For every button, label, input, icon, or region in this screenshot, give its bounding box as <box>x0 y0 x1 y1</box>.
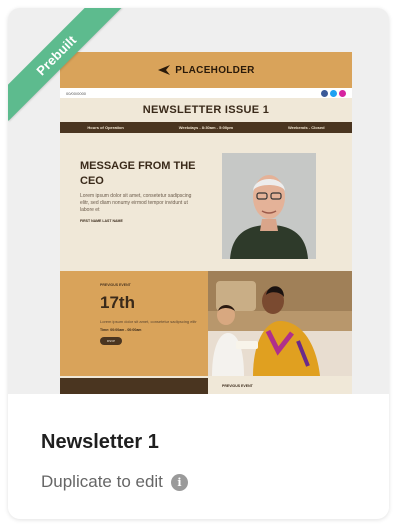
duplicate-to-edit-text: Duplicate to edit <box>41 472 163 491</box>
template-card[interactable]: Prebuilt PLACEHOLDER 00/00/0000 NEWSLETT… <box>8 8 389 519</box>
ceo-section: MESSAGE FROM THE CEO Lorem ipsum dolor s… <box>60 133 352 271</box>
ceo-photo <box>222 153 316 259</box>
event-time: Time: 00:00am - 00:00am <box>100 328 142 332</box>
event-body: Lorem ipsum dolor sit amet, consetetur s… <box>100 319 197 324</box>
newsletter-subbar: 00/00/0000 <box>60 88 352 98</box>
event-date: 17th <box>100 293 135 312</box>
bottom-section: PREVIOUS EVENT <box>60 376 352 394</box>
hours-label: Hours of Operation <box>87 125 124 130</box>
logo-icon <box>158 65 171 75</box>
instagram-icon <box>339 89 346 97</box>
newsletter-thumbnail: PLACEHOLDER 00/00/0000 NEWSLETTER ISSUE … <box>60 52 352 394</box>
template-preview[interactable]: Prebuilt PLACEHOLDER 00/00/0000 NEWSLETT… <box>8 8 389 394</box>
newsletter-date: 00/00/0000 <box>66 90 87 96</box>
template-subtitle-row: Duplicate to edit i <box>41 472 188 492</box>
card-footer: Newsletter 1 Duplicate to edit i <box>8 394 389 519</box>
social-icons <box>321 89 346 97</box>
facebook-icon <box>321 89 328 97</box>
ceo-heading: MESSAGE FROM THE CEO <box>80 160 196 187</box>
ceo-body: Lorem ipsum dolor sit amet, consetetur s… <box>80 193 192 213</box>
template-title: Newsletter 1 <box>41 431 159 453</box>
event-rsvp-button: RSVP <box>100 337 122 345</box>
info-icon[interactable]: i <box>170 473 188 491</box>
event-kicker: PREVIOUS EVENT <box>100 283 131 287</box>
twitter-icon <box>330 89 337 97</box>
newsletter-logo-text: PLACEHOLDER <box>175 64 255 76</box>
hours-weekends: Weekends - Closed <box>287 125 325 130</box>
newsletter-issue-title: NEWSLETTER ISSUE 1 <box>60 98 352 122</box>
ceo-signature: FIRST NAME LAST NAME <box>80 219 123 223</box>
event-section: PREVIOUS EVENT 17th Lorem ipsum dolor si… <box>60 271 352 376</box>
newsletter-header: PLACEHOLDER <box>60 52 352 88</box>
hours-weekdays: Weekdays - 8:30am - 5:00pm <box>178 125 234 130</box>
event-photo <box>208 271 352 376</box>
bottom-kicker: PREVIOUS EVENT <box>222 384 253 388</box>
hours-bar: Hours of Operation Weekdays - 8:30am - 5… <box>60 122 352 133</box>
